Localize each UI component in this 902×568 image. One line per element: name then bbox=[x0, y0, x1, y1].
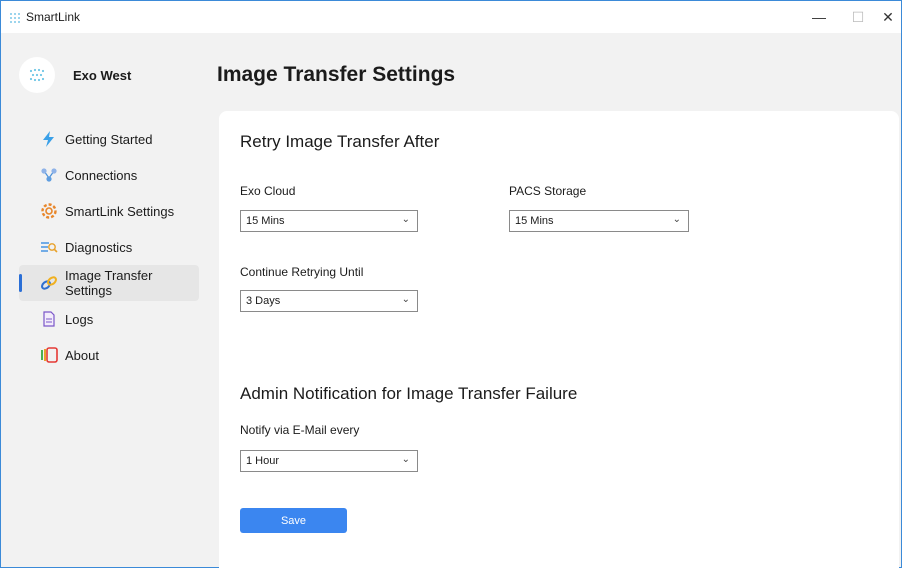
pacs-storage-select[interactable]: 15 Mins ⌄ bbox=[509, 210, 689, 232]
sidebar-item-label: About bbox=[65, 347, 99, 363]
sidebar-item-label: Connections bbox=[65, 167, 138, 183]
notification-section-title: Admin Notification for Image Transfer Fa… bbox=[240, 384, 578, 403]
notify-email-select[interactable]: 1 Hour ⌄ bbox=[240, 450, 418, 472]
retry-section-title: Retry Image Transfer After bbox=[240, 132, 440, 151]
continue-retrying-value: 3 Days bbox=[246, 295, 281, 307]
chevron-down-icon: ⌄ bbox=[401, 294, 410, 305]
connections-icon bbox=[39, 165, 59, 185]
sidebar-item-connections[interactable]: Connections bbox=[19, 157, 199, 193]
settings-card: Retry Image Transfer After Exo Cloud 15 … bbox=[219, 111, 899, 568]
bolt-icon bbox=[39, 129, 59, 149]
exo-cloud-value: 15 Mins bbox=[246, 215, 285, 227]
window-title: SmartLink bbox=[26, 10, 81, 24]
sidebar-nav: Getting Started Connections SmartLink Se… bbox=[19, 121, 199, 373]
pacs-storage-value: 15 Mins bbox=[515, 215, 554, 227]
continue-retrying-select[interactable]: 3 Days ⌄ bbox=[240, 290, 418, 312]
sidebar-item-label: Diagnostics bbox=[65, 239, 133, 255]
sidebar-item-label: Getting Started bbox=[65, 131, 153, 147]
title-bar: SmartLink — ☐ ✕ bbox=[1, 1, 901, 33]
continue-retrying-label: Continue Retrying Until bbox=[240, 265, 364, 279]
chevron-down-icon: ⌄ bbox=[672, 214, 681, 225]
pacs-storage-label: PACS Storage bbox=[509, 184, 587, 198]
sidebar-item-diagnostics[interactable]: Diagnostics bbox=[19, 229, 199, 265]
exo-cloud-select[interactable]: 15 Mins ⌄ bbox=[240, 210, 418, 232]
sidebar-item-image-transfer-settings[interactable]: Image Transfer Settings bbox=[19, 265, 199, 301]
save-button[interactable]: Save bbox=[240, 508, 347, 533]
smartlink-avatar-icon bbox=[29, 68, 45, 82]
sidebar-item-about[interactable]: About bbox=[19, 337, 199, 373]
app-window: SmartLink — ☐ ✕ Exo West Getting Started… bbox=[0, 0, 902, 568]
diagnostics-icon bbox=[39, 237, 59, 257]
avatar bbox=[19, 57, 55, 93]
sidebar-item-logs[interactable]: Logs bbox=[19, 301, 199, 337]
about-icon bbox=[39, 345, 59, 365]
profile: Exo West bbox=[19, 55, 131, 95]
chevron-down-icon: ⌄ bbox=[401, 454, 410, 465]
profile-name: Exo West bbox=[73, 67, 132, 83]
smartlink-logo-icon bbox=[9, 11, 23, 23]
sidebar-item-getting-started[interactable]: Getting Started bbox=[19, 121, 199, 157]
document-icon bbox=[39, 309, 59, 329]
sidebar: Exo West Getting Started Connections Sma… bbox=[1, 33, 209, 568]
gear-icon bbox=[39, 201, 59, 221]
exo-cloud-label: Exo Cloud bbox=[240, 184, 296, 198]
notify-email-value: 1 Hour bbox=[246, 455, 280, 467]
link-icon bbox=[39, 273, 59, 293]
sidebar-item-label: SmartLink Settings bbox=[65, 203, 175, 219]
sidebar-item-label: Logs bbox=[65, 311, 94, 327]
notify-email-label: Notify via E-Mail every bbox=[240, 423, 360, 437]
page-title: Image Transfer Settings bbox=[217, 63, 456, 86]
close-button[interactable]: ✕ bbox=[873, 1, 902, 33]
sidebar-item-label: Image Transfer Settings bbox=[65, 268, 153, 298]
chevron-down-icon: ⌄ bbox=[401, 214, 410, 225]
sidebar-item-smartlink-settings[interactable]: SmartLink Settings bbox=[19, 193, 199, 229]
